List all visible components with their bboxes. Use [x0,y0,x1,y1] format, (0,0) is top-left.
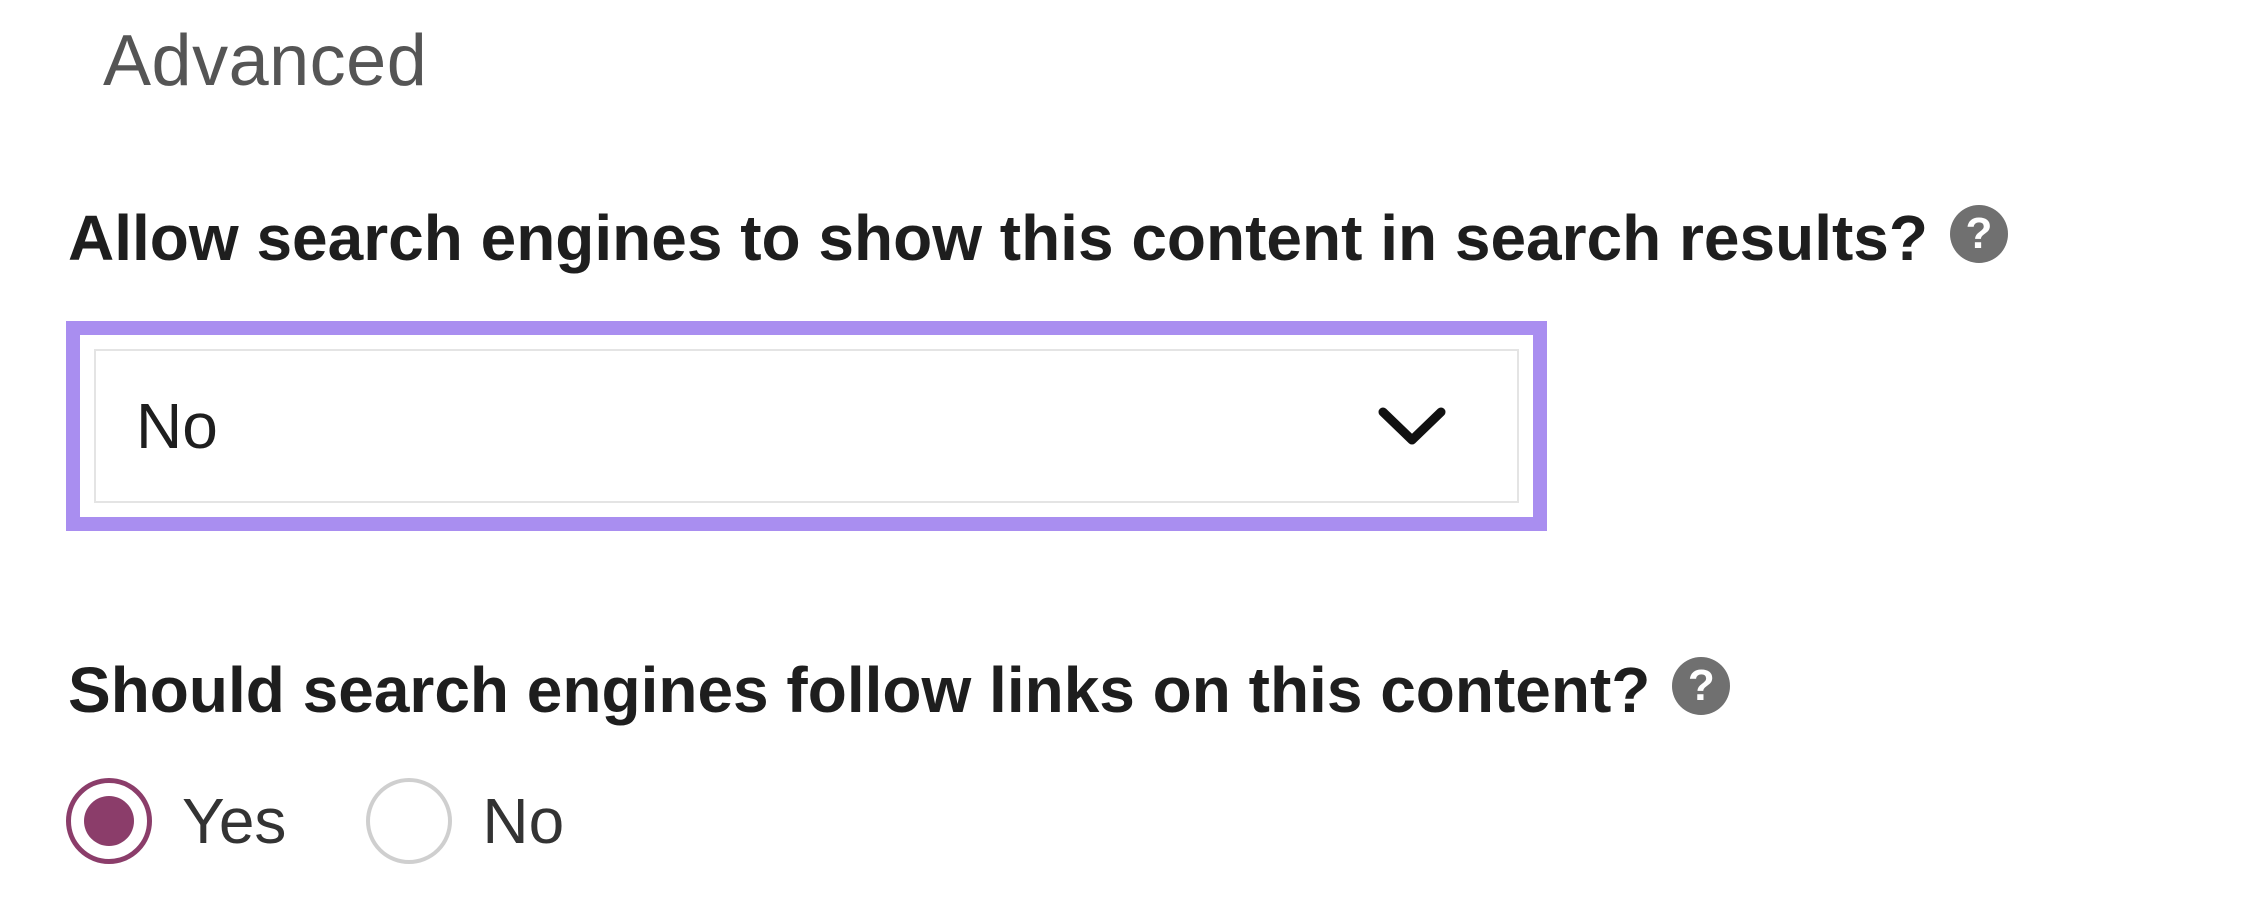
index-question: Allow search engines to show this conten… [68,200,2008,276]
radio-yes[interactable] [66,778,152,864]
index-select-focus-ring: No [66,321,1547,531]
radio-no-label: No [482,785,565,857]
section-title: Advanced [103,21,428,101]
index-select[interactable]: No [94,349,1519,503]
index-question-label: Allow search engines to show this conten… [68,202,1928,274]
follow-radio-group: Yes No [66,778,644,864]
follow-question: Should search engines follow links on th… [68,652,1731,728]
radio-option-yes[interactable]: Yes [66,778,286,864]
chevron-down-icon [1378,407,1446,445]
help-icon[interactable]: ? [1949,205,2008,263]
follow-question-label: Should search engines follow links on th… [68,654,1651,726]
help-icon[interactable]: ? [1672,657,1731,715]
radio-yes-label: Yes [182,785,287,857]
radio-no[interactable] [366,778,453,864]
index-select-value: No [136,390,218,462]
radio-option-no[interactable]: No [366,778,564,864]
